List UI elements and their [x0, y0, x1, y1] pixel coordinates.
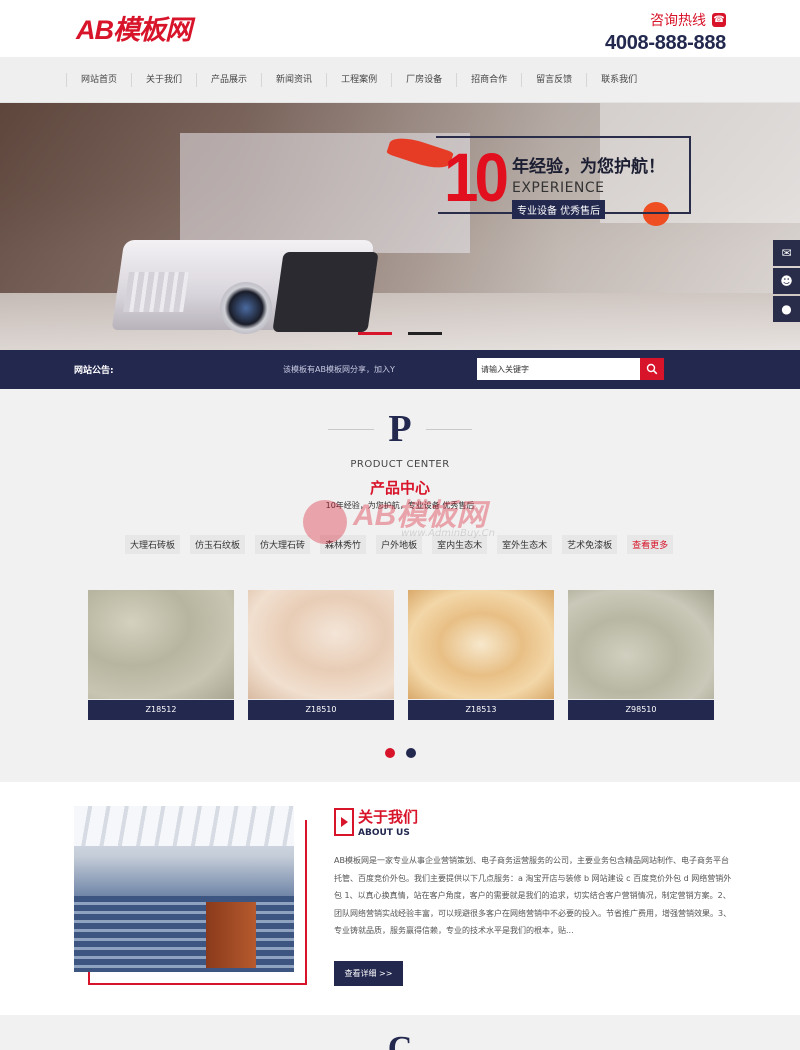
category-tab[interactable]: 仿玉石纹板 — [190, 535, 246, 554]
category-tab[interactable]: 室内生态木 — [432, 535, 488, 554]
product-card[interactable]: Z18510 — [248, 590, 394, 720]
nav-item-factory[interactable]: 厂房设备 — [391, 73, 456, 87]
product-big-letter: P — [388, 408, 412, 450]
product-dot-1[interactable] — [385, 748, 395, 758]
search-icon — [646, 363, 658, 375]
banner-tagline: 专业设备 优秀售后 — [512, 200, 606, 219]
banner-headline: 年经验，为您护航！ — [512, 157, 665, 177]
nav-item-home[interactable]: 网站首页 — [66, 73, 131, 87]
hotline-label: 咨询热线 — [650, 13, 706, 29]
product-caption[interactable]: Z18513 — [408, 700, 554, 720]
product-subtitle: 10年经验，为您护航，专业设备 优秀售后 — [325, 501, 475, 510]
about-image-ceiling — [74, 806, 294, 846]
notice-bar: 网站公告: 该模板有AB模板网分享，加入Y — [0, 350, 800, 389]
view-details-button[interactable]: 查看详细 >> — [334, 961, 403, 986]
projector-side — [272, 252, 379, 332]
play-icon — [334, 808, 354, 836]
qq-icon[interactable]: ● — [773, 296, 800, 322]
banner-english: EXPERIENCE — [512, 180, 605, 196]
side-toolbar: ✉ ☻ ● — [773, 240, 800, 324]
projector-vents — [123, 272, 189, 312]
hotline-label-row: 咨询热线 ☎ — [605, 10, 726, 30]
projector-lens — [220, 282, 272, 334]
main-nav: 网站首页 关于我们 产品展示 新闻资讯 工程案例 厂房设备 招商合作 留言反馈 … — [0, 57, 800, 103]
category-tab[interactable]: 室外生态木 — [497, 535, 553, 554]
notice-label: 网站公告: — [74, 366, 114, 376]
about-image-seats — [74, 896, 294, 972]
site-header: AB模板网 咨询热线 ☎ 4008-888-888 — [0, 0, 800, 57]
product-title-en: PRODUCT CENTER — [350, 459, 450, 470]
search-input[interactable] — [477, 358, 640, 380]
nav-item-products[interactable]: 产品展示 — [196, 73, 261, 87]
nav-item-contact[interactable]: 联系我们 — [586, 73, 651, 87]
nav-item-about[interactable]: 关于我们 — [131, 73, 196, 87]
phone-icon: ☎ — [712, 13, 726, 27]
view-more-link[interactable]: 查看更多 — [627, 535, 674, 554]
product-image[interactable] — [88, 590, 234, 699]
product-title-cn: 产品中心 — [369, 479, 430, 497]
banner-pagination — [358, 332, 442, 335]
product-categories: 大理石砖板 仿玉石纹板 仿大理石砖 森林秀竹 户外地板 室内生态木 室外生态木 … — [125, 535, 674, 554]
nav-item-news[interactable]: 新闻资讯 — [261, 73, 326, 87]
search-button[interactable] — [640, 358, 664, 380]
play-triangle — [340, 817, 348, 827]
about-title: 关于我们 — [358, 808, 419, 826]
banner-dot-2[interactable] — [408, 332, 442, 335]
about-image — [74, 806, 294, 972]
about-title-en: ABOUT US — [358, 828, 410, 838]
projector-image — [111, 232, 379, 337]
wechat-icon[interactable]: ✉ — [773, 240, 800, 266]
product-pagination — [385, 748, 416, 758]
category-tab[interactable]: 户外地板 — [376, 535, 423, 554]
product-card[interactable]: Z98510 — [568, 590, 714, 720]
product-dot-2[interactable] — [406, 748, 416, 758]
product-caption[interactable]: Z18510 — [248, 700, 394, 720]
category-tab[interactable]: 艺术免漆板 — [562, 535, 618, 554]
hotline-number: 4008-888-888 — [605, 32, 726, 54]
category-tab[interactable]: 仿大理石砖 — [255, 535, 311, 554]
nav-item-cases[interactable]: 工程案例 — [326, 73, 391, 87]
category-tab[interactable]: 大理石砖板 — [125, 535, 181, 554]
product-list: Z18512 Z18510 Z18513 Z98510 — [88, 590, 714, 720]
next-section-big-letter: C — [387, 1030, 413, 1050]
nav-item-partner[interactable]: 招商合作 — [456, 73, 521, 87]
product-image[interactable] — [408, 590, 554, 699]
about-body: AB模板网是一家专业从事企业营销策划、电子商务运营服务的公司，主要业务包含精品网… — [334, 856, 732, 935]
banner-dot-1[interactable] — [358, 332, 392, 335]
category-tab[interactable]: 森林秀竹 — [320, 535, 367, 554]
product-image[interactable] — [568, 590, 714, 699]
product-caption[interactable]: Z98510 — [568, 700, 714, 720]
hotline: 咨询热线 ☎ 4008-888-888 — [605, 10, 726, 55]
product-card[interactable]: Z18513 — [408, 590, 554, 720]
banner-big-number: 10 — [444, 140, 509, 217]
product-card[interactable]: Z18512 — [88, 590, 234, 720]
product-image[interactable] — [248, 590, 394, 699]
product-caption[interactable]: Z18512 — [88, 700, 234, 720]
notice-text[interactable]: 该模板有AB模板网分享，加入Y — [283, 364, 395, 375]
nav-item-feedback[interactable]: 留言反馈 — [521, 73, 586, 87]
site-logo[interactable]: AB模板网 — [76, 8, 192, 47]
about-image-podium — [206, 902, 256, 968]
users-icon[interactable]: ☻ — [773, 268, 800, 294]
